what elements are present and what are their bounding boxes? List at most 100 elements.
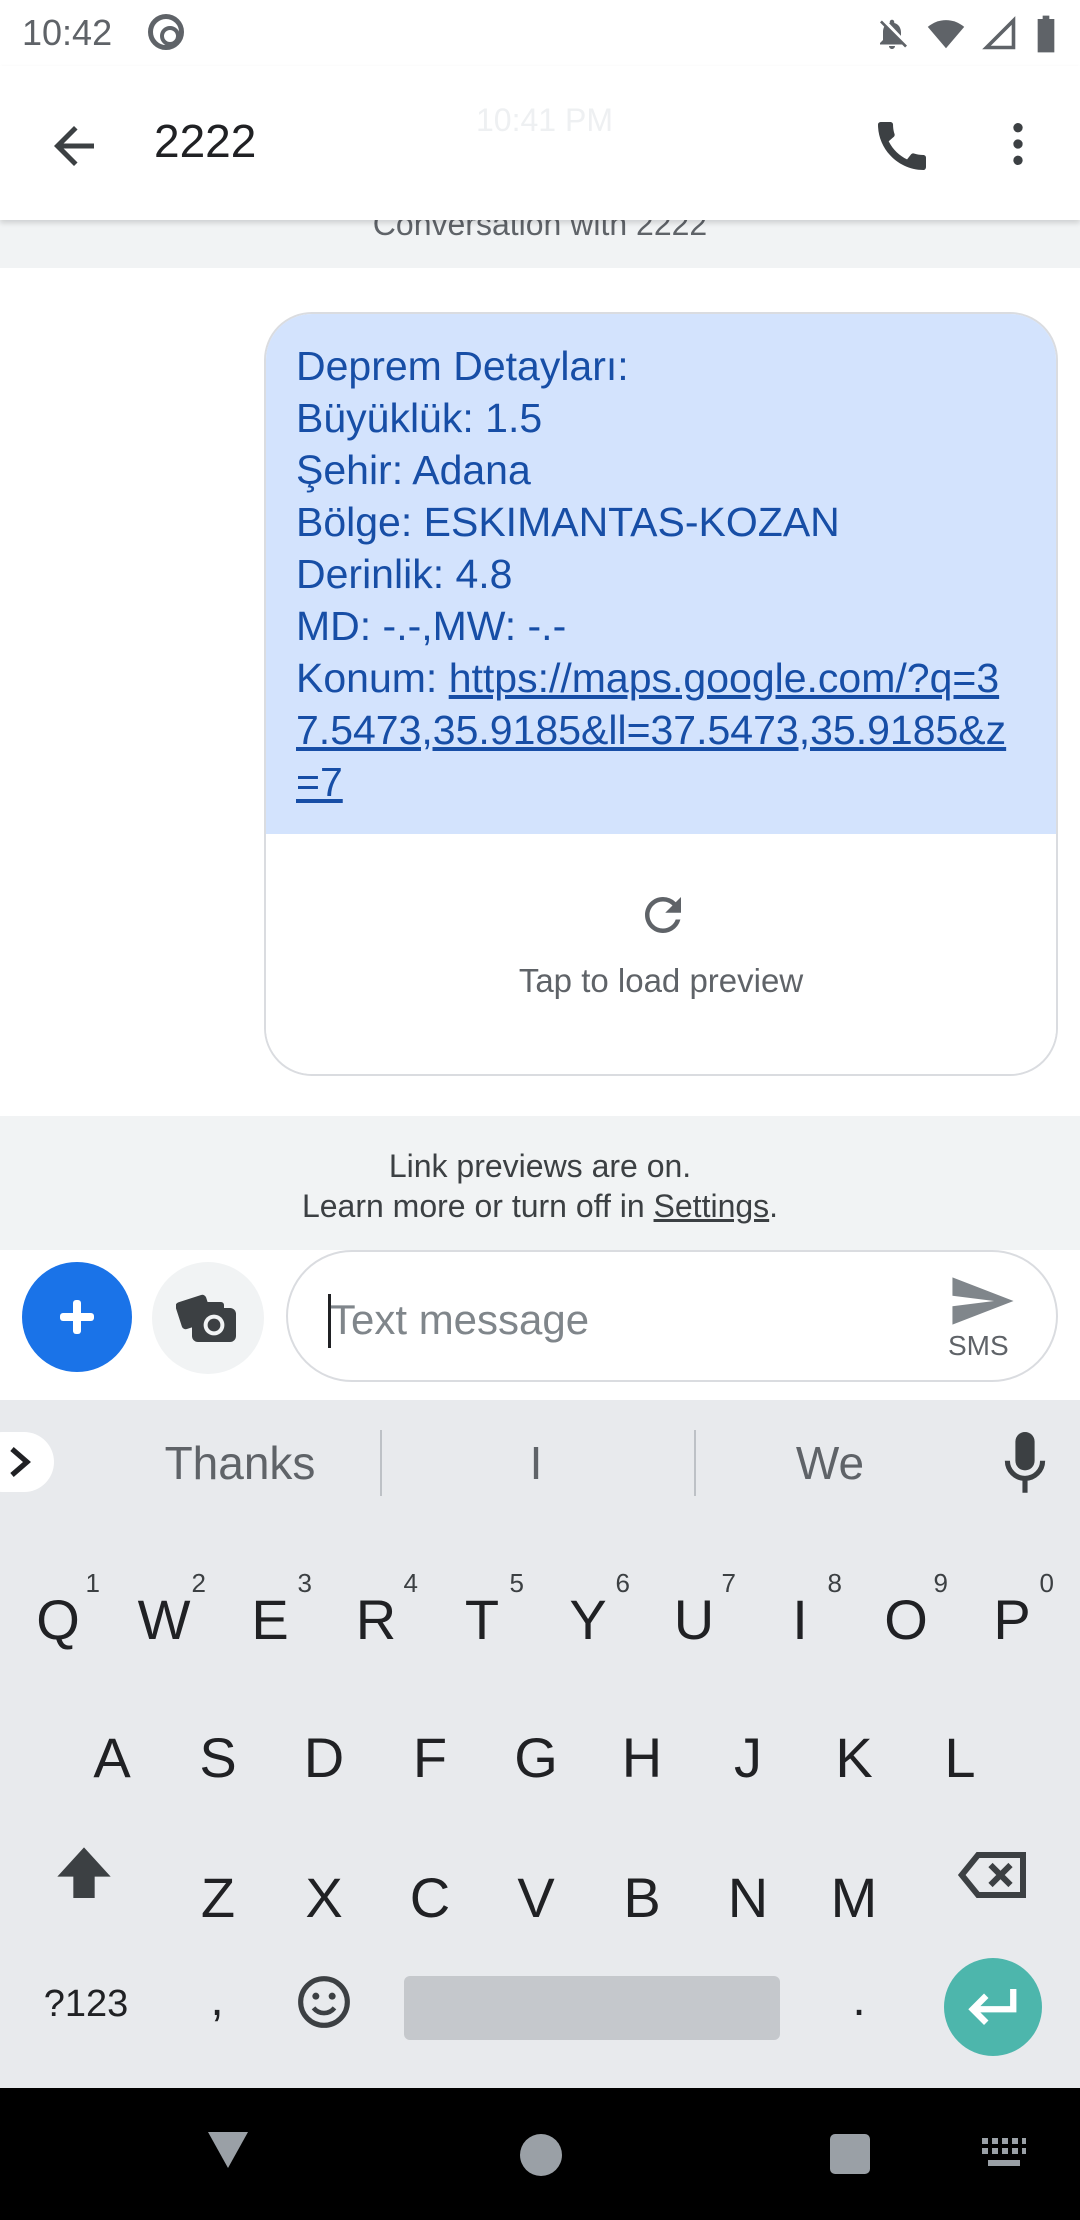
key-g[interactable]: G [486,1698,586,1818]
ghost-timestamp: 10:41 PM [476,102,613,138]
key-label: W [137,1588,191,1651]
notice-line-1: Link previews are on. [388,1148,692,1184]
key-hint: 5 [509,1568,524,1598]
message-line: Büyüklük: 1.5 [296,395,543,441]
key-m[interactable]: M [804,1838,904,1958]
nav-home-icon[interactable] [520,2134,562,2176]
key-x[interactable]: X [274,1838,374,1958]
message-line: Bölge: ESKIMANTAS-KOZAN [296,499,840,545]
key-c[interactable]: C [380,1838,480,1958]
key-hint: 9 [933,1568,948,1598]
message-list[interactable]: Deprem Detayları: Büyüklük: 1.5 Şehir: A… [0,268,1080,1116]
key-hint: 7 [721,1568,736,1598]
key-l[interactable]: L [910,1698,1010,1818]
key-hint: 3 [297,1568,312,1598]
suggestion-chip[interactable]: I [386,1436,686,1490]
key-i[interactable]: I8 [750,1560,850,1680]
key-label: R [355,1588,397,1651]
suggestion-chip[interactable]: We [680,1436,980,1490]
settings-link[interactable]: Settings [654,1188,770,1224]
key-hint: 4 [403,1568,418,1598]
enter-key[interactable] [944,1958,1042,2056]
key-f[interactable]: F [380,1698,480,1818]
key-q[interactable]: Q1 [8,1560,108,1680]
key-o[interactable]: O9 [856,1560,956,1680]
key-n[interactable]: N [698,1838,798,1958]
suggestion-chip[interactable]: Thanks [90,1436,390,1490]
status-time: 10:42 [22,12,113,53]
key-a[interactable]: A [62,1698,162,1818]
keyboard: Q1 W2 E3 R4 T5 Y6 U7 I8 O9 P0 A S D F G … [0,1524,1080,2088]
expand-toolbar-button[interactable] [0,1432,54,1492]
back-arrow-icon[interactable] [44,116,104,176]
phone-call-icon[interactable] [870,114,934,178]
key-label: O [884,1588,928,1651]
link-preview-notice: Link previews are on. Learn more or turn… [0,1116,1080,1250]
message-line: Derinlik: 4.8 [296,551,513,597]
send-type-label: SMS [948,1330,1009,1361]
message-placeholder: Text message [330,1296,590,1343]
key-d[interactable]: D [274,1698,374,1818]
notifications-off-icon [880,19,907,49]
key-label: E [251,1588,289,1651]
key-u[interactable]: U7 [644,1560,744,1680]
status-bar: 10:42 [0,0,1080,66]
link-preview[interactable]: Tap to load preview [266,834,1056,1074]
key-v[interactable]: V [486,1838,586,1958]
key-w[interactable]: W2 [114,1560,214,1680]
conversation-title: 2222 [154,115,257,167]
key-j[interactable]: J [698,1698,798,1818]
suggestion-bar: Thanks I We [0,1400,1080,1524]
compose-bar: Text message SMS [0,1250,1080,1400]
message-input[interactable]: Text message SMS [286,1250,1058,1382]
key-hint: 0 [1039,1568,1054,1598]
enter-icon [968,1989,1017,2025]
key-y[interactable]: Y6 [538,1560,638,1680]
space-key[interactable] [404,1976,780,2040]
status-icons [874,14,1058,54]
keyboard-switch-icon[interactable] [980,2136,1028,2170]
key-e[interactable]: E3 [220,1560,320,1680]
more-options-icon[interactable] [990,112,1046,176]
message-bubble[interactable]: Deprem Detayları: Büyüklük: 1.5 Şehir: A… [264,312,1058,1076]
key-p[interactable]: P0 [962,1560,1062,1680]
key-t[interactable]: T5 [432,1560,532,1680]
key-r[interactable]: R4 [326,1560,426,1680]
key-label: Q [36,1588,80,1651]
backspace-icon[interactable] [958,1850,1028,1900]
key-label: P [993,1588,1031,1651]
key-label: T [464,1588,500,1651]
key-label: Y [569,1588,607,1651]
nav-back-icon[interactable] [204,2128,252,2172]
signal-icon [982,16,1016,50]
send-icon[interactable] [948,1276,1018,1326]
chevron-right-icon [10,1447,31,1477]
wifi-icon [927,20,965,49]
battery-icon [1037,15,1055,53]
suggestion-divider [380,1430,382,1496]
period-key[interactable]: . [834,1970,884,2030]
notice-suffix: . [769,1188,779,1224]
microphone-icon[interactable] [1000,1432,1050,1496]
key-h[interactable]: H [592,1698,692,1818]
key-k[interactable]: K [804,1698,904,1818]
notice-line-2: Learn more or turn off in Settings. [0,1186,1080,1226]
app-bar: 2222 10:41 PM [0,66,1080,220]
key-hint: 8 [827,1568,842,1598]
shift-icon[interactable] [52,1842,116,1906]
load-preview-label: Tap to load preview [518,962,804,999]
add-attachment-button[interactable] [22,1262,132,1372]
message-line: Deprem Detayları: [296,343,629,389]
notice-prefix: Learn more or turn off in [301,1188,654,1224]
key-z[interactable]: Z [168,1838,268,1958]
comma-key[interactable]: , [192,1970,242,2030]
key-b[interactable]: B [592,1838,692,1958]
emoji-icon[interactable] [296,1974,352,2030]
nav-recents-icon[interactable] [830,2134,870,2174]
camera-gallery-button[interactable] [152,1262,264,1374]
symbols-key[interactable]: ?123 [26,1974,146,2034]
key-hint: 1 [85,1568,100,1598]
key-s[interactable]: S [168,1698,268,1818]
location-label: Konum: [296,655,449,701]
refresh-icon [645,897,681,933]
